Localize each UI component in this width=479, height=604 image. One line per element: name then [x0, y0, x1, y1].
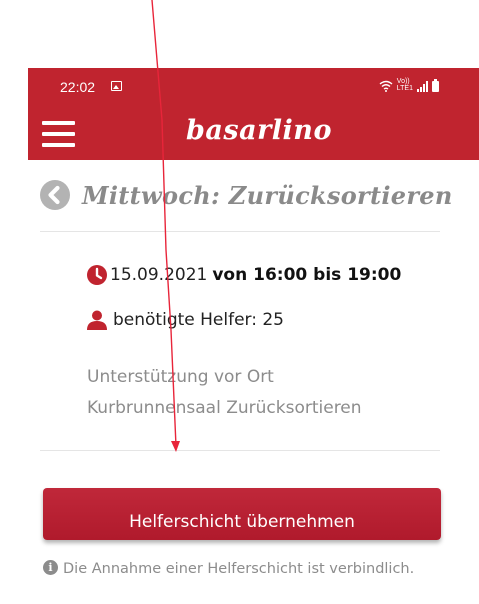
shift-time: von 16:00 bis 19:00 [212, 265, 402, 285]
status-time: 22:02 [60, 79, 96, 95]
divider [40, 231, 440, 232]
shift-description-line1: Unterstützung vor Ort [87, 367, 274, 387]
status-indicators: Vo)) LTE1 [379, 78, 439, 92]
gallery-notification-icon [111, 81, 122, 91]
info-circle-icon [43, 560, 58, 575]
volte-icon: Vo)) LTE1 [396, 78, 413, 92]
status-bar: 22:02 Vo)) LTE1 [28, 68, 479, 98]
battery-icon [432, 79, 439, 92]
divider [40, 450, 440, 451]
helpers-needed: benötigte Helfer: 25 [113, 310, 284, 330]
page-title: Mittwoch: Zurücksortieren [82, 180, 453, 210]
shift-date-row: 15.09.2021 von 16:00 bis 19:00 [87, 265, 401, 285]
wifi-icon [379, 80, 393, 92]
accept-shift-button[interactable]: Helferschicht übernehmen [43, 488, 441, 540]
clock-icon [87, 265, 107, 285]
chevron-left-circle-icon[interactable] [40, 180, 70, 210]
info-note: Die Annahme einer Helferschicht ist verb… [43, 558, 443, 581]
shift-description-line2: Kurbrunnensaal Zurücksortieren [87, 398, 362, 418]
app-header: 22:02 Vo)) LTE1 basarlino [28, 68, 479, 160]
helpers-row: benötigte Helfer: 25 [87, 310, 284, 330]
shift-date: 15.09.2021 [110, 265, 208, 285]
hamburger-menu-icon[interactable] [42, 121, 75, 147]
info-text: Die Annahme einer Helferschicht ist verb… [63, 561, 415, 577]
person-icon [87, 310, 107, 330]
page-title-row: Mittwoch: Zurücksortieren [40, 180, 453, 210]
signal-icon [417, 80, 428, 92]
brand-logo[interactable]: basarlino [186, 115, 332, 146]
